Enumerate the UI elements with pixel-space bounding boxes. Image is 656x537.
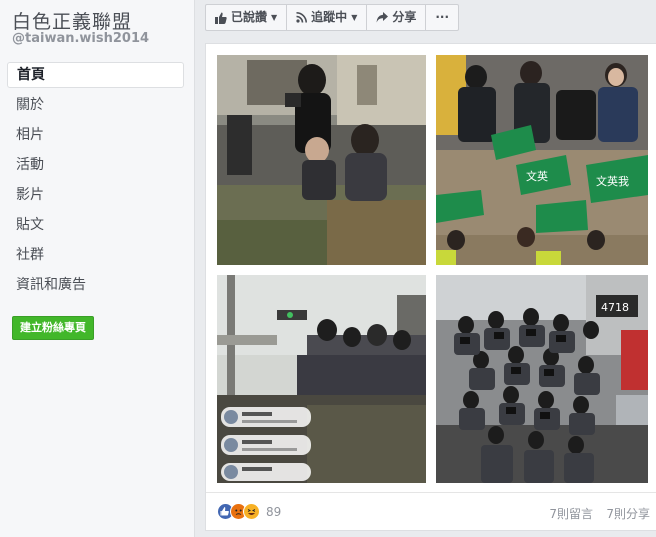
post-footer-divider	[206, 492, 656, 493]
following-label: 追蹤中	[311, 10, 348, 24]
share-arrow-icon	[376, 12, 389, 23]
more-options-button[interactable]: ···	[426, 5, 458, 30]
liked-button[interactable]: 已說讚 ▼	[206, 5, 288, 30]
post-photo-4[interactable]: 4718	[436, 275, 648, 483]
reaction-count[interactable]: 89	[266, 505, 281, 519]
photo-campaign-vehicle-image	[217, 55, 426, 265]
post-card: 文英 文英我 4718 89 7則留言 7則分享	[205, 43, 656, 531]
sidebar-item-events[interactable]: 活動	[7, 152, 184, 178]
share-label: 分享	[392, 10, 417, 24]
sidebar-item-home[interactable]: 首頁	[7, 62, 184, 88]
page-action-toolbar: 已說讚 ▼ 追蹤中 ▼ 分享 ···	[205, 4, 460, 31]
chevron-down-icon: ▼	[271, 13, 278, 22]
sidebar-item-community[interactable]: 社群	[7, 242, 184, 268]
comments-count-link[interactable]: 7則留言	[549, 505, 593, 522]
reactions-summary[interactable]: 89	[217, 503, 281, 520]
page-name[interactable]: 白色正義聯盟	[12, 7, 132, 34]
page-sidebar: 白色正義聯盟 @taiwan.wish2014 首頁 關於 相片 活動 影片 貼…	[0, 0, 195, 537]
sidebar-item-info-and-ads[interactable]: 資訊和廣告	[7, 272, 184, 298]
photo-press-crowd-image: 4718	[436, 275, 648, 483]
flag-sign-text-2: 文英我	[596, 174, 629, 188]
sidebar-item-about[interactable]: 關於	[7, 92, 184, 118]
page-handle[interactable]: @taiwan.wish2014	[12, 31, 149, 46]
rss-icon	[296, 12, 308, 23]
more-options-icon: ···	[435, 10, 450, 24]
haha-reaction-icon	[243, 503, 260, 520]
share-button[interactable]: 分享	[367, 5, 427, 30]
following-button[interactable]: 追蹤中 ▼	[287, 5, 368, 30]
sidebar-item-posts[interactable]: 貼文	[7, 212, 184, 238]
thumbs-up-icon	[215, 12, 227, 24]
shares-count-link[interactable]: 7則分享	[606, 505, 650, 522]
create-page-button[interactable]: 建立粉絲專頁	[12, 316, 94, 340]
photo-grid: 文英 文英我 4718	[217, 55, 648, 489]
sidebar-item-photos[interactable]: 相片	[7, 122, 184, 148]
liked-label: 已說讚	[231, 10, 268, 24]
sidebar-item-videos[interactable]: 影片	[7, 182, 184, 208]
sidebar-nav: 首頁 關於 相片 活動 影片 貼文 社群 資訊和廣告	[7, 62, 184, 302]
post-photo-2[interactable]: 文英 文英我	[436, 55, 648, 265]
vehicle-number-text: 4718	[601, 301, 629, 314]
photo-live-video-image	[217, 275, 426, 483]
flag-sign-text: 文英	[526, 169, 548, 183]
chevron-down-icon: ▼	[351, 13, 358, 22]
photo-campaign-flags-image: 文英 文英我	[436, 55, 648, 265]
post-photo-1[interactable]	[217, 55, 426, 265]
post-photo-3[interactable]	[217, 275, 426, 483]
